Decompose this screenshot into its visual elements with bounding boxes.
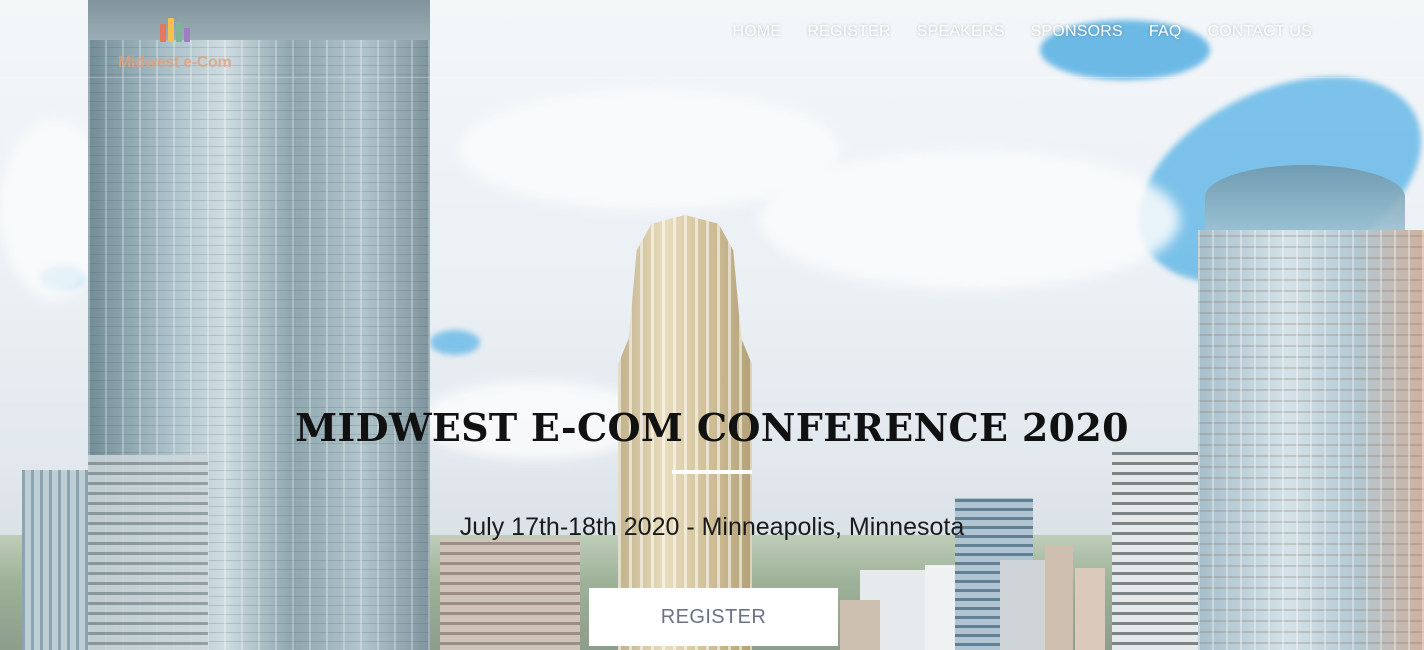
nav-item-sponsors[interactable]: SPONSORS (1031, 23, 1123, 41)
hero-title: MIDWEST E-COM CONFERENCE 2020 (295, 405, 1129, 450)
logo-text: Midwest e-Com (118, 54, 232, 71)
top-navbar: Midwest e-Com HOME REGISTER SPEAKERS SPO… (0, 0, 1424, 78)
nav-item-faq[interactable]: FAQ (1149, 23, 1182, 41)
hero-subtitle: July 17th-18th 2020 - Minneapolis, Minne… (459, 513, 965, 541)
nav-item-register[interactable]: REGISTER (807, 23, 890, 41)
hero-section: Midwest e-Com HOME REGISTER SPEAKERS SPO… (0, 0, 1424, 650)
logo-bars-icon (160, 16, 190, 42)
register-button[interactable]: REGISTER (589, 588, 838, 646)
site-logo[interactable]: Midwest e-Com (118, 16, 232, 74)
main-menu: HOME REGISTER SPEAKERS SPONSORS FAQ CONT… (733, 23, 1313, 41)
nav-item-speakers[interactable]: SPEAKERS (917, 23, 1005, 41)
title-divider (672, 470, 752, 474)
nav-item-contact-us[interactable]: CONTACT US (1207, 23, 1312, 41)
nav-item-home[interactable]: HOME (733, 23, 782, 41)
